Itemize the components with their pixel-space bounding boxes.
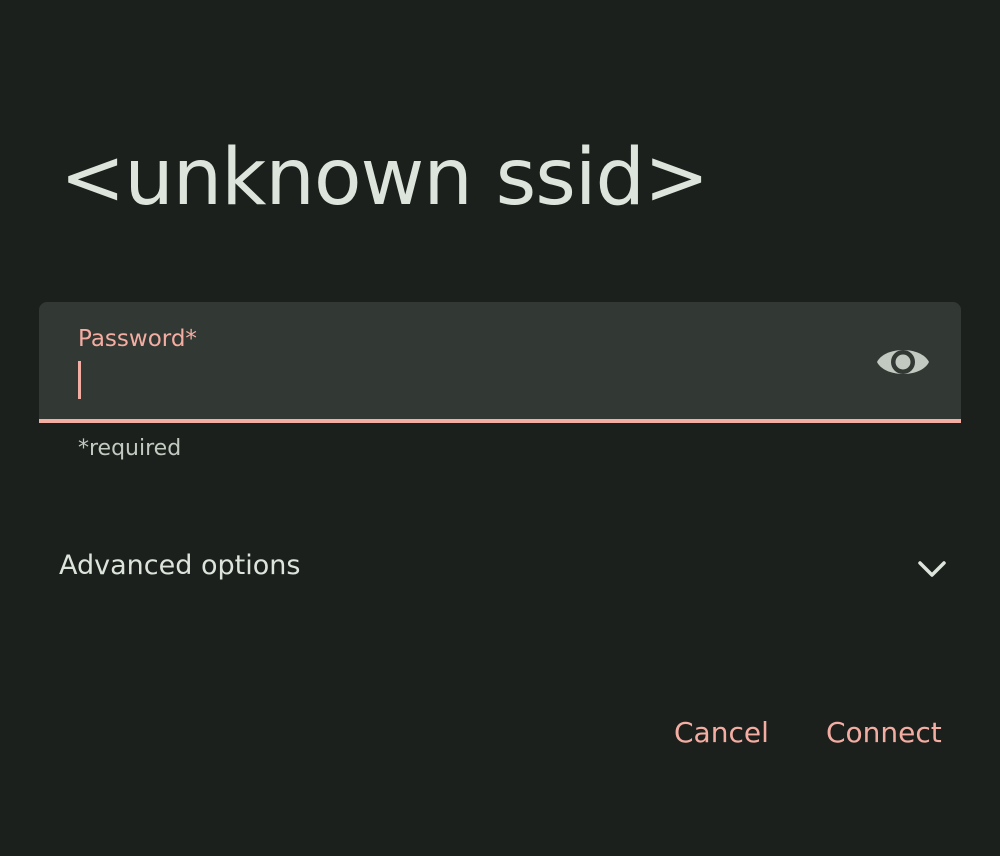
password-field-label: Password*: [78, 326, 197, 352]
connect-button[interactable]: Connect: [826, 708, 942, 758]
password-field[interactable]: Password*: [39, 302, 961, 423]
cancel-button[interactable]: Cancel: [674, 708, 769, 758]
wifi-connect-dialog: <unknown ssid> Password* *required Advan…: [0, 0, 1000, 856]
advanced-options-label: Advanced options: [59, 550, 301, 581]
advanced-options-toggle[interactable]: Advanced options: [40, 530, 960, 608]
text-cursor: [78, 361, 81, 399]
password-input[interactable]: [78, 360, 858, 400]
dialog-title: <unknown ssid>: [60, 133, 709, 223]
eye-icon[interactable]: [875, 340, 931, 384]
password-helper-text: *required: [78, 436, 182, 461]
chevron-down-icon: [912, 554, 952, 584]
